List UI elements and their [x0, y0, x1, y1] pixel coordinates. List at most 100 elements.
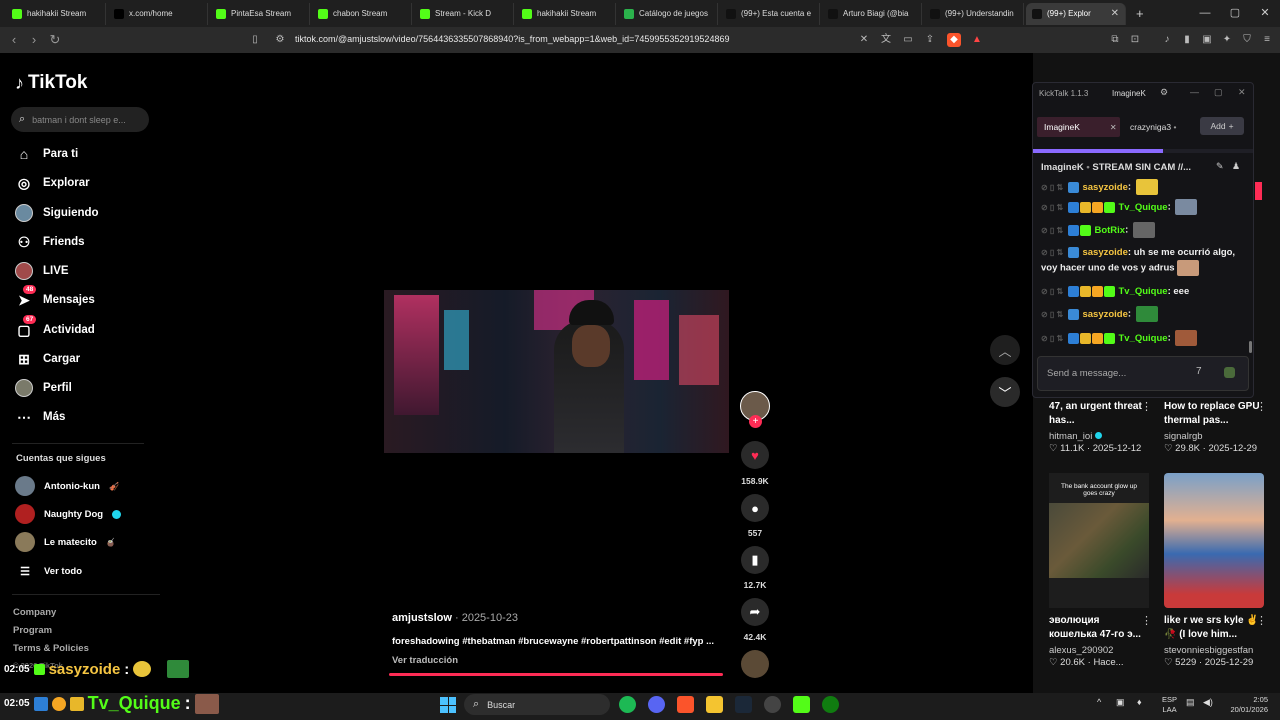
nav-actividad[interactable]: ▢ 67 Actividad [15, 315, 95, 341]
nav-friends[interactable]: ⚇ Friends [15, 231, 85, 253]
kick-icon[interactable] [793, 696, 810, 713]
menu-icon[interactable]: ≡ [1260, 33, 1274, 47]
kt-username[interactable]: BotRix [1094, 225, 1125, 236]
browser-tab[interactable]: x.com/home [108, 2, 208, 25]
following-account[interactable]: Le matecito 🧉 [15, 531, 116, 553]
kt-username[interactable]: Tv_Quique [1118, 333, 1167, 344]
like-button[interactable]: ♥ [741, 441, 769, 469]
video-thumbnail[interactable] [1164, 473, 1264, 608]
video-caption[interactable]: foreshadowing #thebatman #brucewayne #ro… [392, 636, 714, 647]
kt-maximize-button[interactable]: ▢ [1214, 87, 1223, 98]
card-author-row[interactable]: hitman_ioi [1049, 431, 1155, 442]
kt-chat-message[interactable]: ⊘ ▯ ⇅ Tv_Quique: [1041, 199, 1246, 215]
kt-chat-message[interactable]: ⊘ ▯ ⇅ sasyzoide: [1041, 179, 1246, 195]
nav-para-ti[interactable]: ⌂ Para ti [15, 143, 78, 165]
recommended-video-card[interactable]: like r we srs kyle ✌️🥀 (I love him... ste… [1164, 614, 1270, 668]
music-disc-icon[interactable] [741, 650, 769, 678]
close-window-button[interactable]: ✕ [1250, 4, 1280, 22]
music-icon[interactable]: ♪ [1160, 33, 1174, 47]
forward-icon[interactable]: › [25, 31, 43, 49]
language-indicator[interactable]: ESP LAA [1162, 695, 1177, 715]
reload-icon[interactable]: ↻ [46, 31, 64, 49]
settings-gear-icon[interactable]: ⚙ [1160, 87, 1168, 98]
app-icon[interactable] [764, 696, 781, 713]
browser-tab[interactable]: Stream - Kick D [414, 2, 514, 25]
kt-emote-7tv-icon[interactable]: 7 [1196, 366, 1202, 377]
nav-siguiendo[interactable]: Siguiendo [15, 202, 99, 224]
windows-start-icon[interactable] [440, 697, 456, 713]
next-video-button[interactable]: ﹀ [990, 377, 1020, 407]
browser-tab[interactable]: (99+) Esta cuenta e [720, 2, 820, 25]
discord-icon[interactable] [648, 696, 665, 713]
video-player[interactable] [384, 290, 729, 453]
maximize-button[interactable]: ▢ [1220, 4, 1250, 22]
mod-actions-icon[interactable]: ⊘ ▯ ⇅ [1041, 203, 1065, 212]
follow-plus-icon[interactable]: + [749, 415, 762, 428]
kt-tab-close-icon[interactable]: ✕ [1110, 123, 1117, 132]
mod-actions-icon[interactable]: ⊘ ▯ ⇅ [1041, 183, 1065, 192]
kt-close-button[interactable]: ✕ [1238, 87, 1246, 98]
share-icon[interactable]: ⇪ [923, 33, 937, 47]
see-translation-link[interactable]: Ver traducción [392, 655, 458, 666]
kicktalk-user[interactable]: ImagineK [1112, 89, 1146, 98]
search-input[interactable]: ⌕ batman i dont sleep e... [11, 107, 149, 132]
recommended-video-card[interactable]: How to replace GPU thermal pas... signalr… [1164, 400, 1270, 454]
kt-username[interactable]: sasyzoide [1082, 309, 1127, 320]
browser-tab[interactable]: Catálogo de juegos [618, 2, 718, 25]
kt-username[interactable]: Tv_Quique [1118, 286, 1167, 297]
taskbar-search[interactable]: ⌕ Buscar [464, 694, 610, 715]
video-progress-bar[interactable] [389, 673, 723, 676]
following-account[interactable]: Antonio-kun 🎻 [15, 475, 119, 497]
tray-app-icon[interactable]: ▣ [1116, 697, 1125, 708]
brave-rewards-icon[interactable]: ▲ [970, 33, 984, 47]
browser-tab[interactable]: PintaEsa Stream [210, 2, 310, 25]
card-author-row[interactable]: stevonniesbiggestfan [1164, 645, 1270, 656]
video-author[interactable]: amjustslow · 2025-10-23 [392, 612, 518, 624]
footer-terms[interactable]: Terms & Policies [13, 643, 89, 654]
kt-chat-message[interactable]: ⊘ ▯ ⇅ Tv_Quique: eee [1041, 284, 1246, 299]
clock[interactable]: 2:05 20/01/2026 [1222, 695, 1268, 715]
network-icon[interactable]: ▤ [1186, 697, 1195, 708]
vpn-icon[interactable]: ⛉ [1240, 33, 1254, 47]
card-more-icon[interactable]: ⋮ [1256, 400, 1267, 413]
browser-tab[interactable]: hakihakii Stream [516, 2, 616, 25]
card-author-row[interactable]: signalrgb [1164, 431, 1270, 442]
nav-explorar[interactable]: ◎ Explorar [15, 172, 90, 194]
kt-emote-kick-icon[interactable] [1224, 367, 1235, 378]
extension-icon[interactable]: ⧉ [1108, 33, 1122, 47]
previous-video-button[interactable]: ︿ [990, 335, 1020, 365]
nav-live[interactable]: LIVE [15, 260, 69, 282]
card-more-icon[interactable]: ⋮ [1141, 400, 1152, 413]
brave-shields-icon[interactable]: ◆ [947, 33, 961, 47]
leo-icon[interactable]: ✦ [1220, 33, 1234, 47]
recommended-video-card[interactable]: 47, an urgent threat has... hitman_ioi ♡ 1… [1049, 400, 1155, 454]
card-more-icon[interactable]: ⋮ [1256, 614, 1267, 627]
kt-username[interactable]: sasyzoide [1082, 247, 1127, 258]
mod-actions-icon[interactable]: ⊘ ▯ ⇅ [1041, 310, 1065, 319]
bookmark-icon[interactable]: ▯ [248, 33, 262, 47]
brave-icon[interactable] [677, 696, 694, 713]
nav-cargar[interactable]: ⊞ Cargar [15, 348, 80, 370]
save-button[interactable]: ▮ [741, 546, 769, 574]
file-explorer-icon[interactable] [706, 696, 723, 713]
tiktok-logo[interactable]: ♪ TikTok [15, 72, 87, 94]
video-thumbnail[interactable]: The bank account glow up goes crazy [1049, 473, 1149, 608]
site-settings-icon[interactable]: ⚙ [273, 33, 287, 47]
kt-add-button[interactable]: Add + [1200, 117, 1244, 135]
kt-pin-icon[interactable]: ✎ [1216, 161, 1224, 172]
card-more-icon[interactable]: ⋮ [1141, 614, 1152, 627]
spotify-icon[interactable] [619, 696, 636, 713]
mod-actions-icon[interactable]: ⊘ ▯ ⇅ [1041, 226, 1065, 235]
kt-chat-message[interactable]: ⊘ ▯ ⇅ BotRix: [1041, 222, 1246, 238]
back-icon[interactable]: ‹ [5, 31, 23, 49]
wallet-icon[interactable]: ▣ [1200, 33, 1214, 47]
steam-icon[interactable] [735, 696, 752, 713]
username[interactable]: amjustslow [392, 612, 452, 624]
browser-tab[interactable]: hakihakii Stream [6, 2, 106, 25]
kt-tab-crazyniga3[interactable]: crazyniga3 • [1130, 122, 1176, 132]
kt-scrollbar[interactable] [1249, 341, 1252, 353]
kt-chat-message[interactable]: ⊘ ▯ ⇅ sasyzoide: [1041, 306, 1246, 322]
footer-program[interactable]: Program [13, 625, 52, 636]
browser-tab[interactable]: (99+) Understandin [924, 2, 1024, 25]
footer-company[interactable]: Company [13, 607, 56, 618]
